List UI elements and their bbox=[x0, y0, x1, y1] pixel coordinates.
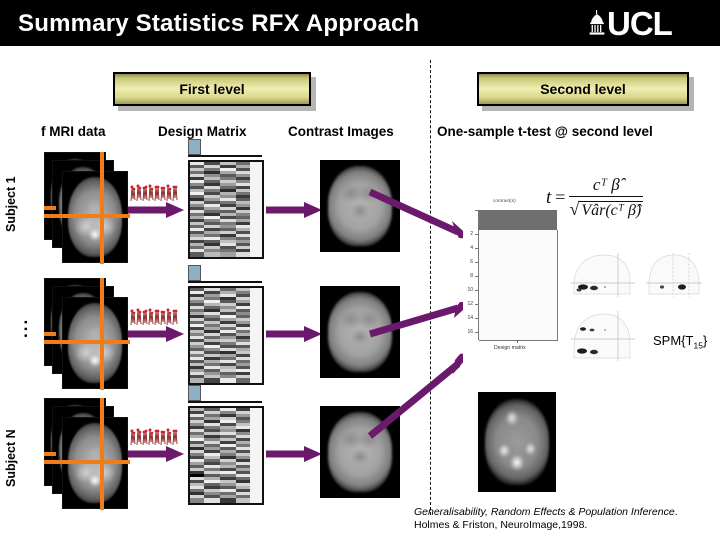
spm-tickmark-5 bbox=[475, 290, 478, 291]
spm-tickmark-4 bbox=[475, 276, 478, 277]
page-title: Summary Statistics RFX Approach bbox=[18, 10, 420, 37]
arrow-fmri-to-dm-row-3 bbox=[128, 446, 184, 462]
spm-ytick-8: 8 bbox=[470, 273, 473, 279]
banner-second-level: Second level bbox=[477, 72, 689, 106]
spm-ytick-10: 10 bbox=[467, 287, 473, 293]
crosshair-horizontal bbox=[44, 214, 130, 218]
crosshair-stub bbox=[44, 206, 56, 210]
glass-brain-sagittal bbox=[570, 252, 636, 298]
spm-ytick-16: 16 bbox=[467, 329, 473, 335]
design-matrix-topline bbox=[188, 155, 262, 157]
spm-x-tickmark bbox=[517, 340, 518, 343]
design-matrix-image bbox=[188, 286, 264, 385]
design-matrix-marker bbox=[188, 265, 201, 281]
column-header-design-matrix: Design Matrix bbox=[158, 124, 247, 139]
spm-tickmark-1 bbox=[475, 234, 478, 235]
crosshair-stub bbox=[44, 452, 56, 456]
group-result-image bbox=[478, 392, 556, 492]
spm-ytick-14: 14 bbox=[467, 315, 473, 321]
ucl-logo: UCL bbox=[589, 4, 673, 42]
arrow-fmri-to-dm-row-2 bbox=[128, 326, 184, 342]
spm-x-axis-label: Design matrix bbox=[494, 345, 526, 351]
glass-brain-coronal bbox=[645, 252, 703, 298]
spm-tickmark-6 bbox=[475, 304, 478, 305]
ucl-dome-icon bbox=[589, 10, 605, 35]
crosshair-horizontal bbox=[44, 460, 130, 464]
fmri-stack-row-2 bbox=[44, 278, 130, 390]
fmri-stack-row-3 bbox=[44, 398, 130, 510]
citation-title: Generalisability, Random Effects & Popul… bbox=[414, 506, 675, 518]
design-matrix-marker bbox=[188, 385, 201, 401]
design-matrix-marker bbox=[188, 139, 201, 155]
crosshair-stub bbox=[44, 332, 56, 336]
spm-ytick-4: 4 bbox=[470, 245, 473, 251]
spm-ytick-2: 2 bbox=[470, 231, 473, 237]
spm-design-matrix-panel: contrast(s) 2 4 6 8 10 12 14 16 Design m… bbox=[463, 196, 563, 371]
spm-t-label-prefix: SPM{T bbox=[653, 333, 694, 348]
spm-tickmark-2 bbox=[475, 248, 478, 249]
column-header-contrast-images: Contrast Images bbox=[288, 124, 394, 139]
design-matrix-image bbox=[188, 160, 264, 259]
crosshair-vertical bbox=[100, 398, 104, 510]
formula-lhs: t bbox=[546, 186, 552, 208]
arrow-dm-to-contrast-row-3 bbox=[266, 446, 322, 462]
design-matrix-topline bbox=[188, 401, 262, 403]
row-label-ellipsis: ... bbox=[12, 317, 31, 338]
row-label-subject-1: Subject 1 bbox=[4, 176, 18, 232]
t-statistic-formula: t = cᵀ β̂ √ Vâr(cᵀ β̂) bbox=[546, 175, 716, 220]
spm-tickmark-7 bbox=[475, 318, 478, 319]
arrow-contrast-3-to-second-level bbox=[367, 352, 472, 439]
spm-t-statistic-label: SPM{T15} bbox=[653, 333, 707, 351]
ucl-logo-text: UCL bbox=[607, 4, 673, 42]
spm-t-label-df: 15 bbox=[693, 340, 703, 351]
arrow-contrast-1-to-second-level bbox=[368, 188, 472, 239]
level-divider bbox=[430, 60, 431, 515]
formula-numerator: cᵀ β̂ bbox=[569, 175, 644, 197]
column-header-second-level-test: One-sample t-test @ second level bbox=[437, 124, 653, 139]
banner-first-level-label: First level bbox=[179, 81, 245, 97]
glass-brain-transverse bbox=[570, 310, 636, 362]
arrow-contrast-2-to-second-level bbox=[369, 302, 472, 338]
spm-ytick-6: 6 bbox=[470, 259, 473, 265]
crosshair-horizontal bbox=[44, 340, 130, 344]
arrow-fmri-to-dm-row-1 bbox=[128, 202, 184, 218]
spm-y-axis bbox=[478, 210, 479, 340]
arrow-dm-to-contrast-row-1 bbox=[266, 202, 322, 218]
banner-first-level: First level bbox=[113, 72, 311, 106]
crosshair-vertical bbox=[100, 152, 104, 264]
spm-ytick-12: 12 bbox=[467, 301, 473, 307]
spm-tickmark-3 bbox=[475, 262, 478, 263]
banner-second-level-label: Second level bbox=[540, 81, 626, 97]
spm-design-matrix-plot bbox=[479, 230, 558, 341]
spm-tickmark-0 bbox=[475, 210, 478, 211]
spm-tickmark-8 bbox=[475, 332, 478, 333]
design-matrix-topline bbox=[188, 281, 262, 283]
spm-panel-title: contrast(s) bbox=[493, 198, 516, 203]
formula-radical-sign: √ bbox=[569, 199, 580, 219]
crosshair-vertical bbox=[100, 278, 104, 390]
formula-equals: = bbox=[555, 187, 566, 207]
formula-denominator: √ Vâr(cᵀ β̂) bbox=[569, 197, 644, 220]
design-matrix-image bbox=[188, 406, 264, 505]
arrow-dm-to-contrast-row-2 bbox=[266, 326, 322, 342]
citation: Generalisability, Random Effects & Popul… bbox=[414, 506, 714, 532]
row-label-subject-n: Subject N bbox=[4, 429, 18, 487]
formula-denominator-body: Vâr(cᵀ β̂) bbox=[579, 201, 644, 219]
fmri-stack-row-1 bbox=[44, 152, 130, 264]
column-header-fmri-data: f MRI data bbox=[41, 124, 106, 139]
spm-t-label-suffix: } bbox=[702, 333, 708, 348]
